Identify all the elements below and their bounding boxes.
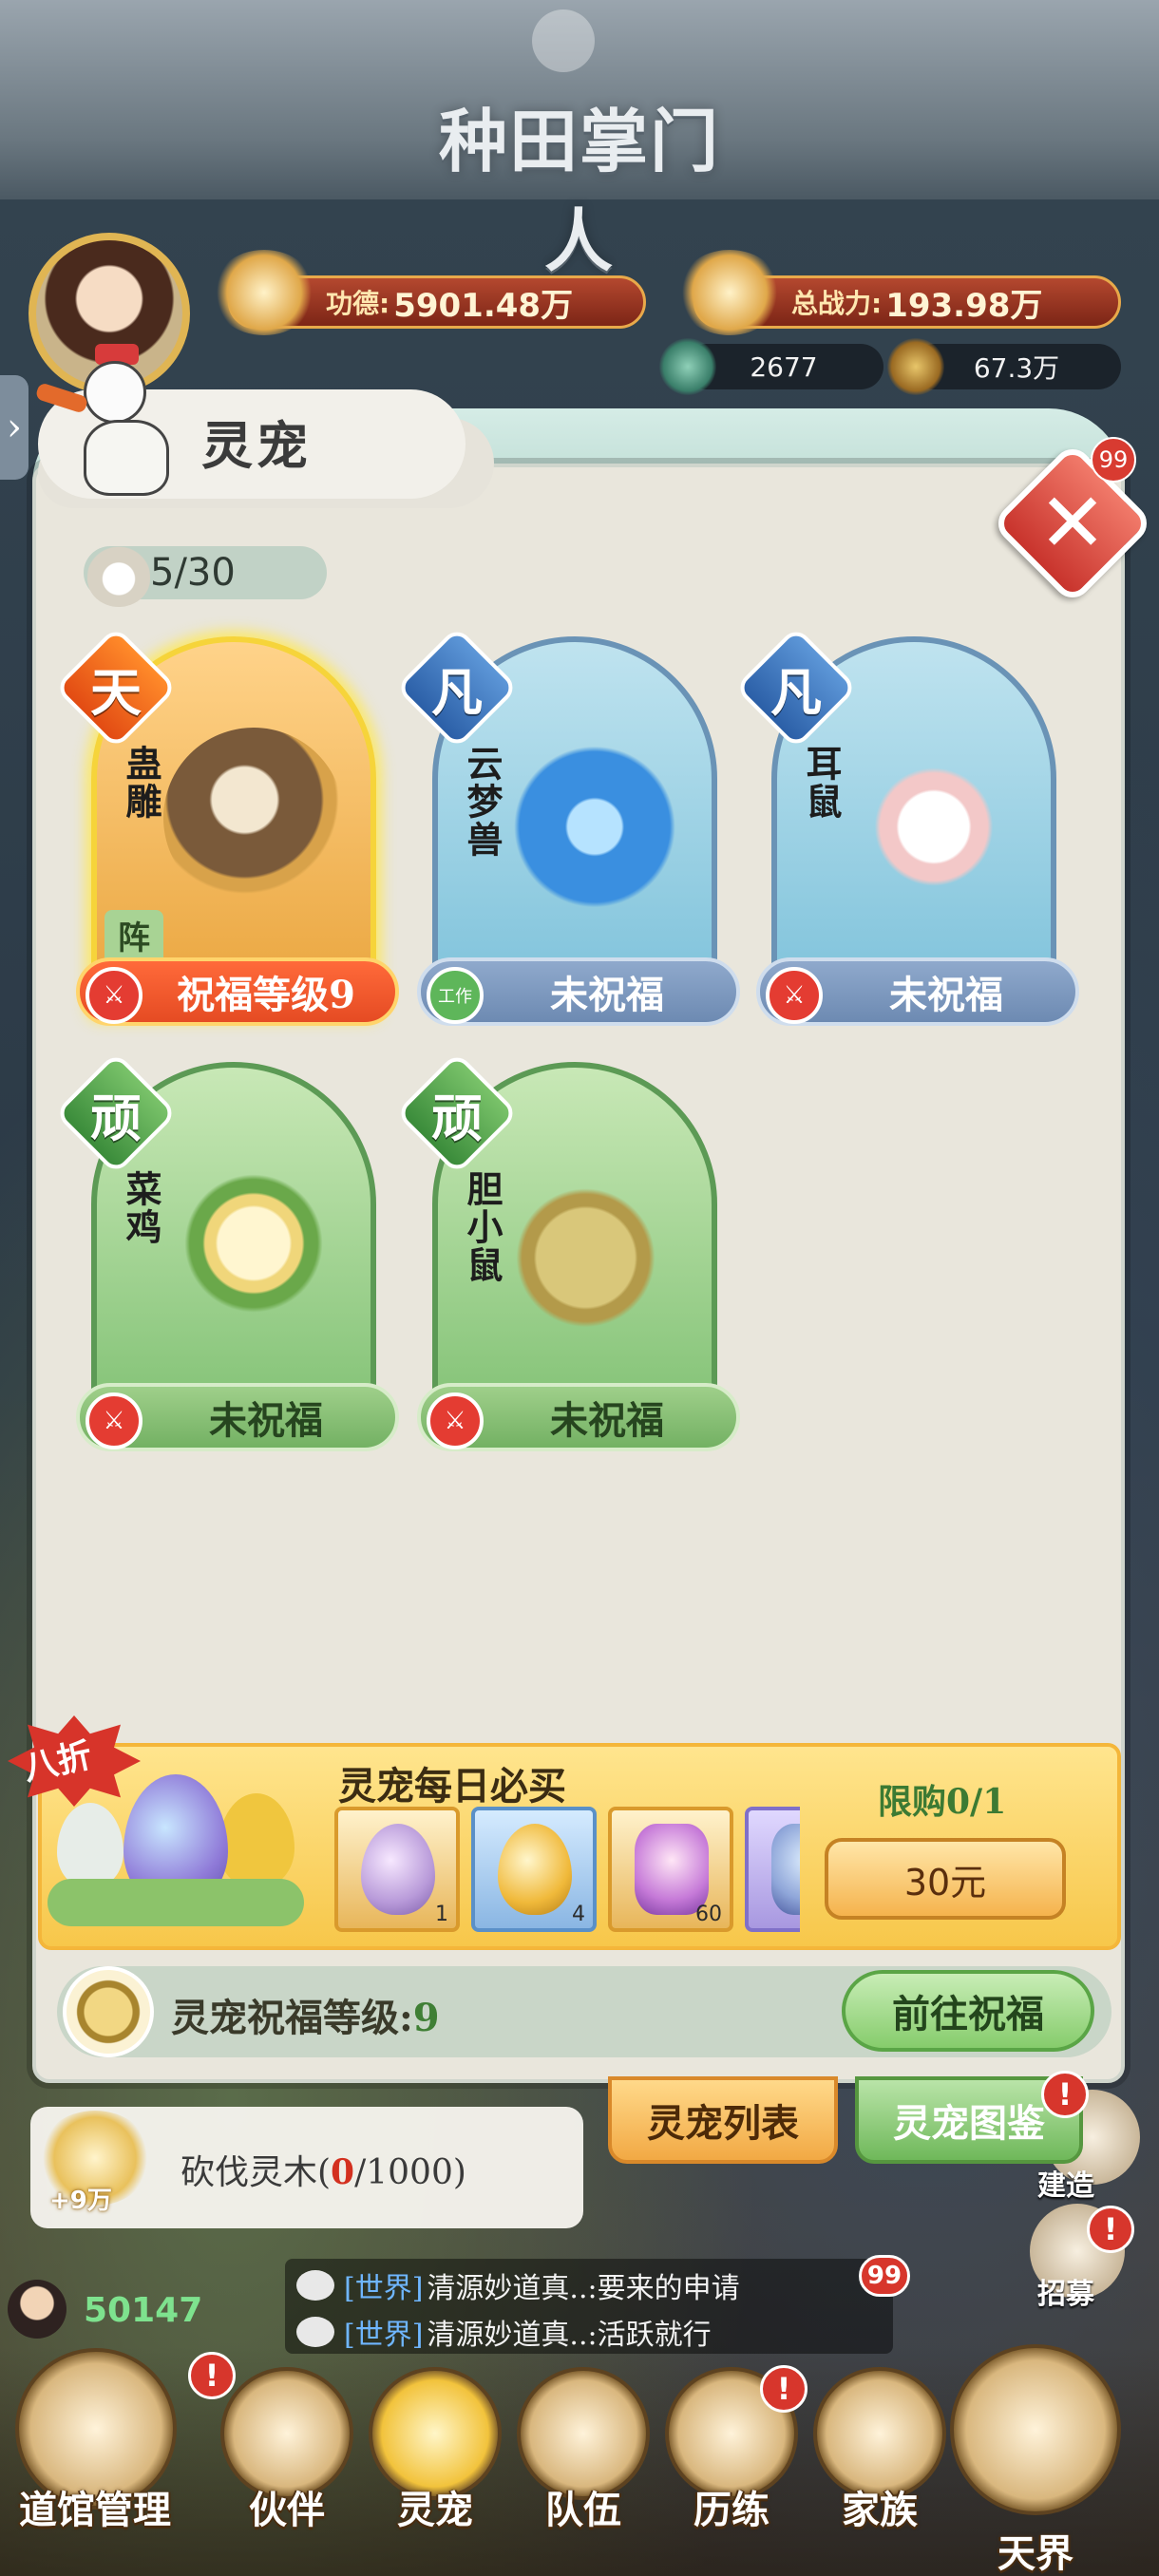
pet-capacity: 5/30	[84, 537, 327, 607]
pet-card-danxiaoshu[interactable]: 胆小鼠 顽 未祝福 ⚔	[394, 1051, 740, 1461]
pet-name: 云梦兽	[461, 745, 504, 859]
pet-card-caiji[interactable]: 菜鸡 顽 未祝福 ⚔	[53, 1051, 399, 1461]
chat-bubble-icon	[296, 2317, 334, 2347]
task-current: 0	[331, 2152, 355, 2192]
recruit-alert-badge: !	[1087, 2206, 1134, 2253]
sword-icon: ⚔	[766, 967, 823, 1024]
atlas-alert-badge: !	[1041, 2071, 1089, 2118]
power-label: 总战力:	[791, 288, 883, 319]
nav-heaven[interactable]: 天界	[950, 2344, 1121, 2576]
offer-item[interactable]: 4	[471, 1807, 597, 1932]
spirit-egg-icon	[361, 1824, 435, 1915]
lotus-emblem-icon	[63, 1966, 154, 2057]
goto-bless-button[interactable]: 前往祝福	[842, 1970, 1094, 2052]
crane-mascot-icon	[34, 344, 190, 496]
merit-label: 功德:	[326, 288, 390, 319]
offer-items: 1 4 60 2	[334, 1807, 800, 1936]
golden-egg-icon	[498, 1824, 572, 1915]
formation-tag: 阵	[104, 910, 163, 960]
chat-bubble-icon	[296, 2270, 334, 2301]
merit-value: 5901.48万	[393, 286, 574, 325]
coin-value: 67.3万	[973, 352, 1060, 384]
recruit-label: 招募	[1037, 2278, 1094, 2311]
chat-line: [世界] 清源妙道真..:要来的申请	[296, 2265, 885, 2305]
rarity-label: 顽	[431, 1087, 483, 1148]
spirit-flame-icon	[87, 537, 150, 607]
pet-name: 胆小鼠	[461, 1170, 504, 1284]
rarity-label: 凡	[770, 661, 822, 723]
nav-alert-badge: !	[760, 2365, 808, 2413]
crystal-icon	[635, 1824, 709, 1915]
lotus-icon	[212, 250, 316, 335]
jade-icon	[659, 338, 716, 395]
build-label: 建造	[1037, 2169, 1094, 2203]
spirit-eggs-icon	[38, 1765, 314, 1936]
nav-family[interactable]: 家族	[804, 2367, 956, 2557]
sword-icon: ⚔	[86, 967, 142, 1024]
chick-sprite	[163, 1153, 344, 1334]
dialog-title: 灵宠	[201, 415, 312, 476]
notification-badge: 99	[1091, 437, 1136, 483]
pet-card-yunmengshou[interactable]: 云梦兽 凡 未祝福 工作	[394, 625, 740, 1035]
coin-icon	[887, 338, 944, 395]
coin-counter[interactable]: 67.3万	[887, 338, 1121, 395]
tab-pet-list[interactable]: 灵宠列表	[608, 2076, 838, 2164]
griffin-bird-sprite	[163, 728, 344, 908]
close-icon[interactable]: ✕	[1015, 465, 1130, 581]
nav-partners[interactable]: 伙伴	[211, 2367, 363, 2557]
jade-counter[interactable]: 2677	[659, 338, 884, 395]
pet-card-guodiao[interactable]: 蛊雕 阵 天 祝福等级9 ⚔	[53, 625, 399, 1035]
pet-name: 耳鼠	[800, 745, 843, 821]
power-value: 193.98万	[885, 286, 1043, 325]
palace-icon	[950, 2344, 1121, 2515]
pet-name: 菜鸡	[120, 1170, 162, 1246]
rarity-label: 天	[90, 661, 142, 723]
nav-spirit-pets[interactable]: 灵宠	[359, 2367, 511, 2557]
blue-beast-sprite	[504, 728, 685, 908]
side-drawer-handle[interactable]: ›	[0, 375, 28, 480]
offer-item[interactable]: 1	[334, 1807, 460, 1932]
jade-value: 2677	[750, 350, 818, 383]
sword-icon: ⚔	[427, 1392, 484, 1449]
sword-icon: ⚔	[86, 1392, 142, 1449]
capacity-value: 5/30	[150, 551, 236, 595]
offer-title: 灵宠每日必买	[338, 1764, 566, 1809]
white-mouse-sprite	[844, 728, 1024, 908]
chat-unread-badge: 99	[859, 2255, 910, 2297]
work-icon: 工作	[427, 967, 484, 1024]
online-count: 50147	[84, 2291, 203, 2330]
online-avatar	[8, 2280, 66, 2339]
task-reward: +9万	[49, 2187, 112, 2215]
game-logo: 种田掌门人	[438, 101, 720, 281]
herb-icon	[771, 1824, 800, 1915]
pet-name: 蛊雕	[120, 745, 162, 821]
pet-card-ershu[interactable]: 耳鼠 凡 未祝福 ⚔	[733, 625, 1079, 1035]
rarity-label: 顽	[90, 1087, 142, 1148]
purchase-limit: 限购0/1	[878, 1782, 1007, 1822]
task-text: 砍伐灵木(0/1000)	[180, 2152, 466, 2192]
rarity-label: 凡	[431, 661, 483, 723]
nav-team[interactable]: 队伍	[507, 2367, 659, 2557]
bless-level-value: 9	[412, 1996, 440, 2040]
power-bar: 总战力: 193.98万	[677, 250, 1121, 335]
bless-level-label: 灵宠祝福等级:9	[171, 1996, 440, 2040]
power-icon	[677, 250, 782, 335]
moon-icon	[532, 9, 595, 72]
offer-item[interactable]: 60	[608, 1807, 733, 1932]
buy-button[interactable]: 30元	[825, 1838, 1066, 1920]
squirrel-sprite	[504, 1153, 685, 1334]
merit-bar: 功德: 5901.48万	[212, 250, 646, 335]
nav-dojo-management[interactable]: 道馆管理	[15, 2348, 177, 2557]
offer-item[interactable]: 2	[745, 1807, 800, 1932]
